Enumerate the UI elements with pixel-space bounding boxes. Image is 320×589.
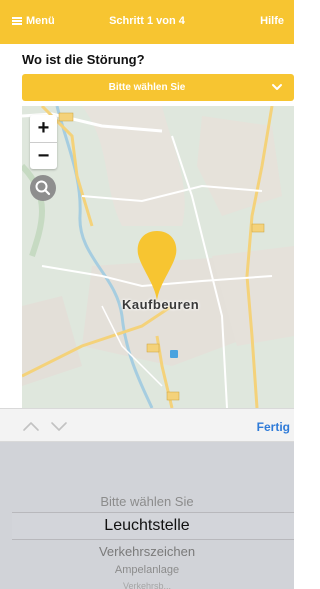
chevron-down-icon — [272, 84, 282, 90]
category-select-label: Bitte wählen Sie — [108, 82, 186, 93]
picker-option[interactable]: Bitte wählen Sie — [0, 494, 294, 509]
picker-toolbar: Fertig — [0, 408, 294, 442]
picker-option[interactable]: Verkehrszeichen — [0, 544, 294, 559]
chevron-up-icon[interactable] — [23, 422, 39, 431]
chevron-down-icon[interactable] — [51, 422, 67, 431]
question-heading: Wo ist die Störung? — [22, 52, 145, 67]
zoom-in-button[interactable]: + — [30, 115, 57, 142]
help-button[interactable]: Hilfe — [260, 15, 284, 27]
map-view[interactable] — [22, 106, 294, 408]
option-picker-wheel[interactable]: Bitte wählen Sie Leuchtstelle Verkehrsze… — [0, 442, 294, 589]
done-button[interactable]: Fertig — [257, 420, 290, 434]
map-search-button[interactable] — [30, 175, 56, 201]
picker-option[interactable]: Ampelanlage — [0, 564, 294, 576]
top-bar: Menü Schritt 1 von 4 Hilfe — [0, 0, 294, 44]
picker-option[interactable]: Verkehrsb... — [0, 581, 294, 589]
map-city-label: Kaufbeuren — [122, 297, 200, 312]
picker-nav-arrows — [23, 422, 67, 431]
zoom-out-button[interactable]: − — [30, 142, 57, 169]
search-icon — [35, 180, 51, 196]
zoom-control: + − — [30, 115, 57, 169]
map-tiles — [22, 106, 294, 408]
step-title: Schritt 1 von 4 — [109, 15, 185, 27]
category-select[interactable]: Bitte wählen Sie — [22, 74, 294, 101]
picker-option-selected[interactable]: Leuchtstelle — [0, 517, 294, 535]
